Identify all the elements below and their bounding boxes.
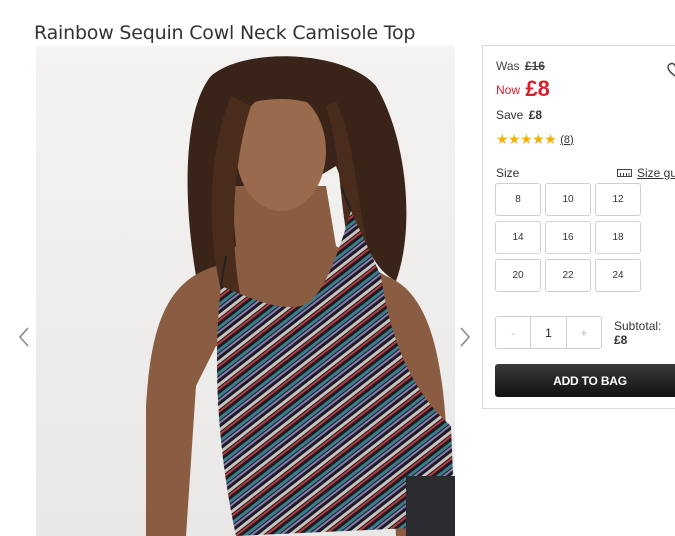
review-count-link[interactable]: (8) bbox=[560, 134, 573, 146]
size-option-12[interactable]: 12 bbox=[595, 183, 641, 216]
subtotal-value: £8 bbox=[614, 333, 628, 347]
chevron-left-icon bbox=[18, 327, 29, 347]
subtotal-label: Subtotal: bbox=[614, 319, 662, 333]
previous-image-button[interactable] bbox=[14, 322, 34, 352]
product-title: Rainbow Sequin Cowl Neck Camisole Top bbox=[34, 21, 416, 44]
size-option-8[interactable]: 8 bbox=[495, 183, 541, 216]
size-option-22[interactable]: 22 bbox=[545, 259, 591, 292]
save-amount: Save £8 bbox=[496, 108, 542, 122]
now-price: Now £8 bbox=[496, 76, 550, 102]
was-amount: £16 bbox=[524, 59, 545, 73]
save-value: £8 bbox=[528, 108, 543, 122]
size-option-20[interactable]: 20 bbox=[495, 259, 541, 292]
size-option-16[interactable]: 16 bbox=[545, 221, 591, 254]
quantity-decrease-button[interactable]: - bbox=[496, 317, 530, 348]
quantity-input[interactable]: 1 bbox=[530, 317, 567, 348]
save-label: Save bbox=[496, 108, 524, 122]
rating: ★★★★★ (8) bbox=[496, 131, 574, 148]
now-label: Now bbox=[496, 83, 521, 97]
size-label: Size bbox=[496, 166, 520, 180]
product-image[interactable] bbox=[36, 46, 455, 536]
quantity-increase-button[interactable]: + bbox=[567, 317, 601, 348]
quantity-stepper: - 1 + bbox=[495, 316, 602, 349]
size-option-14[interactable]: 14 bbox=[495, 221, 541, 254]
was-label: Was bbox=[496, 59, 520, 73]
subtotal: Subtotal: £8 bbox=[614, 319, 661, 347]
now-amount: £8 bbox=[525, 76, 550, 101]
wishlist-button[interactable] bbox=[667, 62, 675, 83]
size-option-18[interactable]: 18 bbox=[595, 221, 641, 254]
size-guide-label: Size gui bbox=[637, 166, 675, 180]
star-rating: ★★★★★ bbox=[496, 131, 557, 147]
next-image-button[interactable] bbox=[455, 322, 475, 352]
size-option-10[interactable]: 10 bbox=[545, 183, 591, 216]
chevron-right-icon bbox=[460, 327, 471, 347]
size-guide-link[interactable]: Size gui bbox=[617, 166, 675, 180]
ruler-icon bbox=[617, 169, 632, 177]
was-price: Was £16 bbox=[496, 59, 545, 73]
product-photo bbox=[36, 46, 455, 536]
size-option-24[interactable]: 24 bbox=[595, 259, 641, 292]
purchase-panel: Was £16 Now £8 Save £8 ★★★★★ (8) Size Si… bbox=[482, 45, 675, 409]
add-to-bag-button[interactable]: ADD TO BAG bbox=[495, 364, 675, 397]
heart-icon bbox=[667, 62, 675, 77]
